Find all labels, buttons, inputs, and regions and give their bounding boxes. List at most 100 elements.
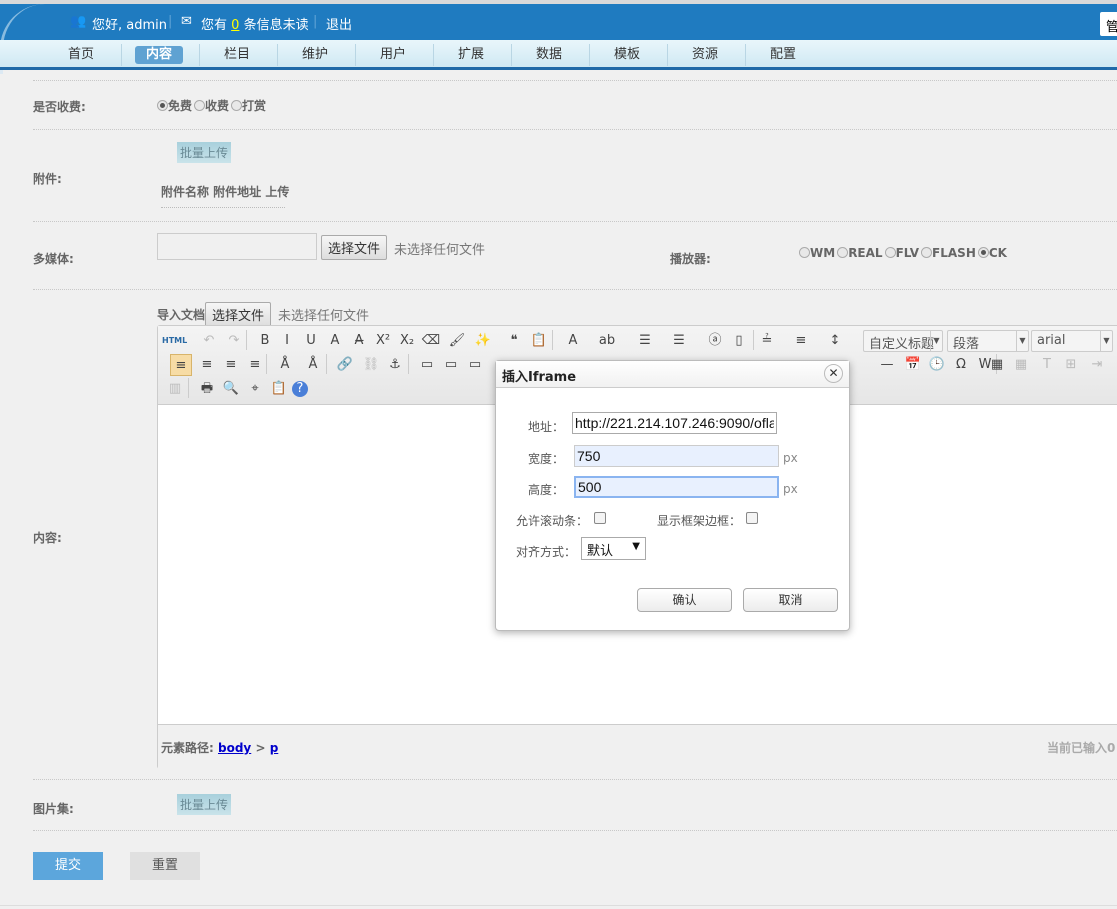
paragraph-spacing-top-icon[interactable]: ≟ [756,330,778,352]
message-notice[interactable]: 您有 0 条信息未读 [201,14,309,33]
print-icon[interactable]: 🖶 [196,378,218,400]
link-icon[interactable]: 🔗 [334,354,356,376]
unordered-list-icon[interactable]: ☰ [668,330,690,352]
nav-item[interactable]: 栏目 [207,46,267,64]
logout-link[interactable]: 退出 [326,14,352,33]
image-right-icon[interactable]: ▭ [464,354,486,376]
frame-border-checkbox[interactable] [746,512,758,524]
bold-icon[interactable]: B [254,330,276,352]
confirm-button[interactable]: 确认 [637,588,732,612]
align-center-icon[interactable]: ≡ [196,354,218,376]
date-icon[interactable]: 📅 [902,354,924,376]
delete-row-icon[interactable]: ⇥ [1086,354,1108,376]
align-justify-icon[interactable]: ≡ [244,354,266,376]
blockquote-icon[interactable]: ❝ [503,330,525,352]
time-icon[interactable]: 🕒 [926,354,948,376]
table-icon[interactable]: ▦ [986,354,1008,376]
format-brush-icon[interactable]: 🖌 [446,330,468,352]
height-input[interactable] [574,476,779,498]
player-option[interactable]: CK [977,246,1007,260]
nav-item[interactable]: 扩展 [441,46,501,64]
nav-item[interactable]: 模板 [597,46,657,64]
msg-count[interactable]: 0 [231,18,239,33]
paragraph-select[interactable]: 段落 ▼ [947,330,1029,352]
image-left-icon[interactable]: ▭ [416,354,438,376]
line-height-icon[interactable]: ↕ [824,330,846,352]
nav-item[interactable]: 维护 [285,46,345,64]
align-left-icon[interactable]: ≡ [170,354,192,376]
align-select[interactable]: 默认 ▼ [581,537,646,560]
radio-button[interactable] [884,247,896,258]
nav-item[interactable]: 用户 [363,46,423,64]
charge-option[interactable]: 打赏 [231,99,266,113]
batch-upload-button[interactable]: 批量上传 [177,142,232,163]
search-replace-icon[interactable]: ⌖ [244,378,266,400]
clear-doc-icon[interactable]: ▯ [728,330,750,352]
superscript-icon[interactable]: X² [372,330,394,352]
charge-option[interactable]: 免费 [157,99,192,113]
special-char-icon[interactable]: Ω [950,354,972,376]
manage-button[interactable]: 管 [1100,12,1117,36]
path-body-link[interactable]: body [218,741,251,755]
nav-item[interactable]: 数据 [519,46,579,64]
auto-format-icon[interactable]: ✨ [472,330,494,352]
chart-icon[interactable]: ▥ [164,378,186,400]
insert-row-icon[interactable]: ⊞ [1060,354,1082,376]
text-direction-rtl-icon[interactable]: Å [302,354,324,376]
player-option[interactable]: FLV [884,246,919,260]
subscript-icon[interactable]: X₂ [396,330,418,352]
underline-icon[interactable]: U [300,330,322,352]
radio-button[interactable] [799,247,810,258]
select-all-icon[interactable]: ⓐ [704,330,726,352]
redo-icon[interactable]: ↷ [223,330,245,352]
choose-file-button[interactable]: 选择文件 [321,235,388,260]
highlight-icon[interactable]: ab [596,330,618,352]
player-option[interactable]: WM [799,246,835,260]
delete-table-icon[interactable]: ▦ [1010,354,1032,376]
import-choose-file-button[interactable]: 选择文件 [205,302,272,327]
path-p-link[interactable]: p [270,741,279,755]
undo-icon[interactable]: ↶ [198,330,220,352]
text-direction-ltr-icon[interactable]: Å [274,354,296,376]
eraser-icon[interactable]: ⌫ [420,330,442,352]
anchor-icon[interactable]: ⚓ [384,354,406,376]
table-title-icon[interactable]: T [1036,354,1058,376]
address-input[interactable] [572,412,777,434]
reset-button[interactable]: 重置 [130,852,200,880]
strikethrough-icon[interactable]: A̶ [348,330,370,352]
font-color-icon[interactable]: A [562,330,584,352]
cancel-button[interactable]: 取消 [743,588,838,612]
paste-icon[interactable]: 📋 [268,378,290,400]
font-border-icon[interactable]: A [324,330,346,352]
horizontal-rule-icon[interactable]: — [876,354,898,376]
nav-item[interactable]: 首页 [51,46,111,64]
ordered-list-icon[interactable]: ☰ [634,330,656,352]
radio-button[interactable] [194,100,206,111]
gallery-upload-button[interactable]: 批量上传 [177,794,232,815]
close-icon[interactable]: ✕ [824,364,843,383]
custom-title-select[interactable]: 自定义标题 ▼ [863,330,943,352]
radio-button[interactable] [921,247,933,258]
submit-button[interactable]: 提交 [33,852,103,880]
player-option[interactable]: REAL [837,246,883,260]
width-input[interactable] [574,445,779,467]
nav-item[interactable]: 内容 [135,46,183,64]
player-option[interactable]: FLASH [921,246,976,260]
help-icon[interactable]: ? [292,381,308,397]
italic-icon[interactable]: I [276,330,298,352]
font-select[interactable]: arial ▼ [1031,330,1113,352]
media-input[interactable] [157,233,317,260]
nav-item[interactable]: 配置 [753,46,813,64]
charge-option[interactable]: 收费 [194,99,229,113]
html-source-button[interactable]: HTML [162,330,187,352]
scroll-checkbox[interactable] [594,512,606,524]
radio-button[interactable] [157,100,168,111]
align-right-icon[interactable]: ≡ [220,354,242,376]
radio-button[interactable] [231,100,243,111]
image-center-icon[interactable]: ▭ [440,354,462,376]
paragraph-spacing-bottom-icon[interactable]: ≡ [790,330,812,352]
nav-item[interactable]: 资源 [675,46,735,64]
radio-button[interactable] [977,247,989,258]
unlink-icon[interactable]: ⛓ [360,354,382,376]
preview-icon[interactable]: 🔍 [220,378,242,400]
